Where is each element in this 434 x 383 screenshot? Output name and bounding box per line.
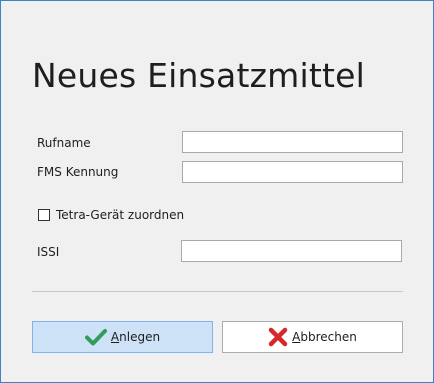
dialog-title: Neues Einsatzmittel bbox=[32, 56, 365, 95]
issi-label: ISSI bbox=[37, 245, 60, 259]
rufname-input[interactable] bbox=[182, 131, 403, 153]
fms-kennung-label: FMS Kennung bbox=[37, 165, 119, 179]
fms-kennung-input[interactable] bbox=[182, 161, 403, 183]
tetra-checkbox-row[interactable]: Tetra-Gerät zuordnen bbox=[38, 208, 184, 222]
x-icon bbox=[268, 327, 288, 347]
separator bbox=[32, 291, 403, 292]
anlegen-button-label: Anlegen bbox=[110, 330, 161, 344]
rufname-label: Rufname bbox=[37, 136, 91, 150]
tetra-checkbox[interactable] bbox=[38, 209, 50, 221]
abbrechen-button-label: Abbrechen bbox=[292, 330, 357, 344]
issi-input[interactable] bbox=[181, 240, 402, 262]
dialog-window: Neues Einsatzmittel Rufname FMS Kennung … bbox=[0, 0, 434, 383]
tetra-checkbox-label[interactable]: Tetra-Gerät zuordnen bbox=[56, 208, 184, 222]
checkmark-icon bbox=[84, 329, 107, 346]
anlegen-button[interactable]: Anlegen bbox=[32, 321, 213, 353]
abbrechen-button[interactable]: Abbrechen bbox=[222, 321, 403, 353]
